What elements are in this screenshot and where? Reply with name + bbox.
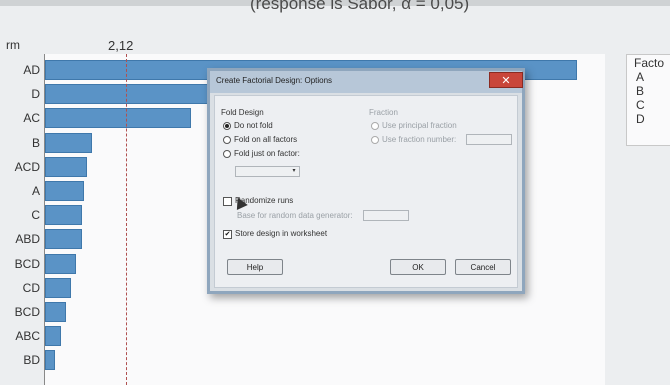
radio-principal-fraction[interactable] — [371, 122, 379, 130]
store-design-label[interactable]: Store design in worksheet — [235, 229, 327, 238]
store-design-checkbox[interactable]: ✔ — [223, 230, 232, 239]
radio-fraction-number-label[interactable]: Use fraction number: — [382, 135, 456, 144]
seed-input[interactable] — [363, 210, 409, 221]
term-tick-label: BCD — [14, 256, 40, 271]
fraction-number-input[interactable] — [466, 134, 512, 145]
term-tick-label: AD — [23, 63, 40, 77]
cancel-button[interactable]: Cancel — [455, 259, 511, 275]
term-tick-label: D — [31, 87, 40, 102]
fold-design-label: Fold Design — [221, 108, 264, 117]
chevron-down-icon[interactable]: ▾ — [290, 168, 298, 175]
pareto-bar — [45, 108, 191, 129]
help-button[interactable]: Help — [227, 259, 283, 275]
randomize-runs-checkbox[interactable] — [223, 197, 232, 206]
radio-fold-just-on-factor[interactable] — [223, 150, 231, 158]
term-tick-label: BD — [23, 353, 40, 368]
term-tick-label: C — [31, 208, 40, 223]
pareto-bar — [45, 229, 82, 250]
term-tick-label: BCD — [14, 305, 40, 319]
legend-item: A — [636, 70, 645, 84]
reference-line — [126, 54, 127, 385]
ok-button[interactable]: OK — [390, 259, 446, 275]
dialog-title: Create Factorial Design: Options — [216, 76, 333, 85]
chart-title: (response is Sabor, α = 0,05) — [250, 0, 470, 13]
radio-fraction-number[interactable] — [371, 136, 379, 144]
pareto-bar — [45, 132, 92, 153]
term-tick-label: A — [31, 184, 40, 198]
term-tick-label: ABD — [15, 232, 40, 247]
pareto-bar — [45, 277, 71, 298]
pareto-bar — [45, 350, 55, 371]
pareto-bar — [45, 326, 61, 347]
term-tick-label: CD — [22, 280, 40, 295]
radio-fold-all-factors-label[interactable]: Fold on all factors — [234, 135, 297, 144]
radio-fold-just-on-factor-label[interactable]: Fold just on factor: — [234, 149, 300, 158]
term-tick-label: B — [31, 135, 40, 150]
pareto-bar — [45, 156, 87, 177]
radio-principal-fraction-label[interactable]: Use principal fraction — [382, 121, 457, 130]
seed-label: Base for random data generator: — [237, 211, 353, 220]
radio-do-not-fold[interactable] — [223, 122, 231, 130]
pareto-bar — [45, 302, 66, 322]
legend-item: C — [636, 98, 645, 112]
close-icon[interactable]: ✕ — [489, 72, 523, 88]
legend-item: D — [636, 112, 645, 126]
fraction-label: Fraction — [369, 108, 398, 117]
reference-value: 2,12 — [108, 38, 134, 53]
term-tick-label: AC — [23, 111, 40, 126]
dialog-body: Fold Design Do not fold Fold on all fact… — [214, 95, 518, 288]
pareto-bar — [45, 205, 82, 226]
pareto-bar — [45, 181, 84, 201]
fold-factor-combo[interactable]: ▾ — [235, 166, 300, 177]
term-tick-label: ACD — [14, 159, 40, 174]
term-axis-label: rm — [6, 38, 20, 52]
legend-title: Facto — [634, 56, 665, 70]
term-tick-label: ABC — [15, 329, 40, 344]
pareto-bar — [45, 253, 76, 274]
radio-fold-all-factors[interactable] — [223, 136, 231, 144]
radio-do-not-fold-label[interactable]: Do not fold — [234, 121, 273, 130]
dialog-titlebar[interactable]: Create Factorial Design: Options ✕ — [210, 71, 523, 93]
options-dialog: Create Factorial Design: Options ✕ Fold … — [207, 68, 525, 294]
legend-item: B — [636, 84, 645, 98]
